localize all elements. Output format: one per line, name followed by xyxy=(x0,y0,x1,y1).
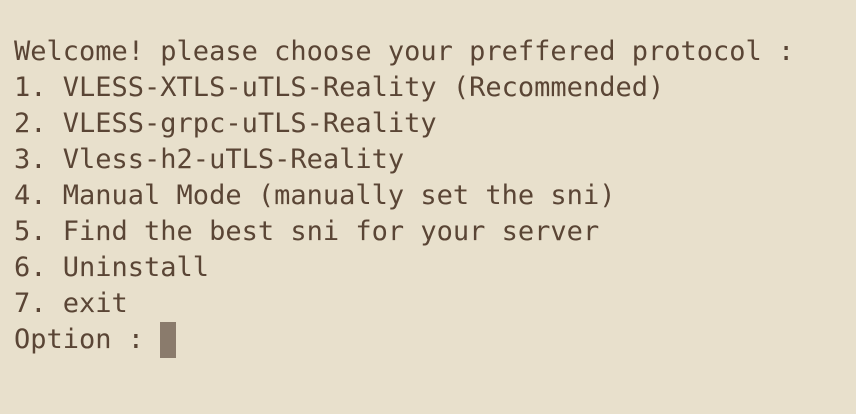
text-cursor xyxy=(160,322,177,358)
menu-option-5: 5. Find the best sni for your server xyxy=(14,216,600,247)
welcome-message: Welcome! please choose your preffered pr… xyxy=(14,36,795,67)
menu-option-3: 3. Vless-h2-uTLS-Reality xyxy=(14,144,405,175)
menu-option-7: 7. exit xyxy=(14,288,128,319)
menu-option-6: 6. Uninstall xyxy=(14,252,210,283)
option-prompt-label: Option : xyxy=(14,324,161,355)
menu-option-2: 2. VLESS-grpc-uTLS-Reality xyxy=(14,108,437,139)
menu-option-1: 1. VLESS-XTLS-uTLS-Reality (Recommended) xyxy=(14,72,665,103)
terminal-window[interactable]: Welcome! please choose your preffered pr… xyxy=(0,0,856,414)
option-prompt-line[interactable]: Option : xyxy=(14,322,856,358)
menu-option-4: 4. Manual Mode (manually set the sni) xyxy=(14,180,616,211)
